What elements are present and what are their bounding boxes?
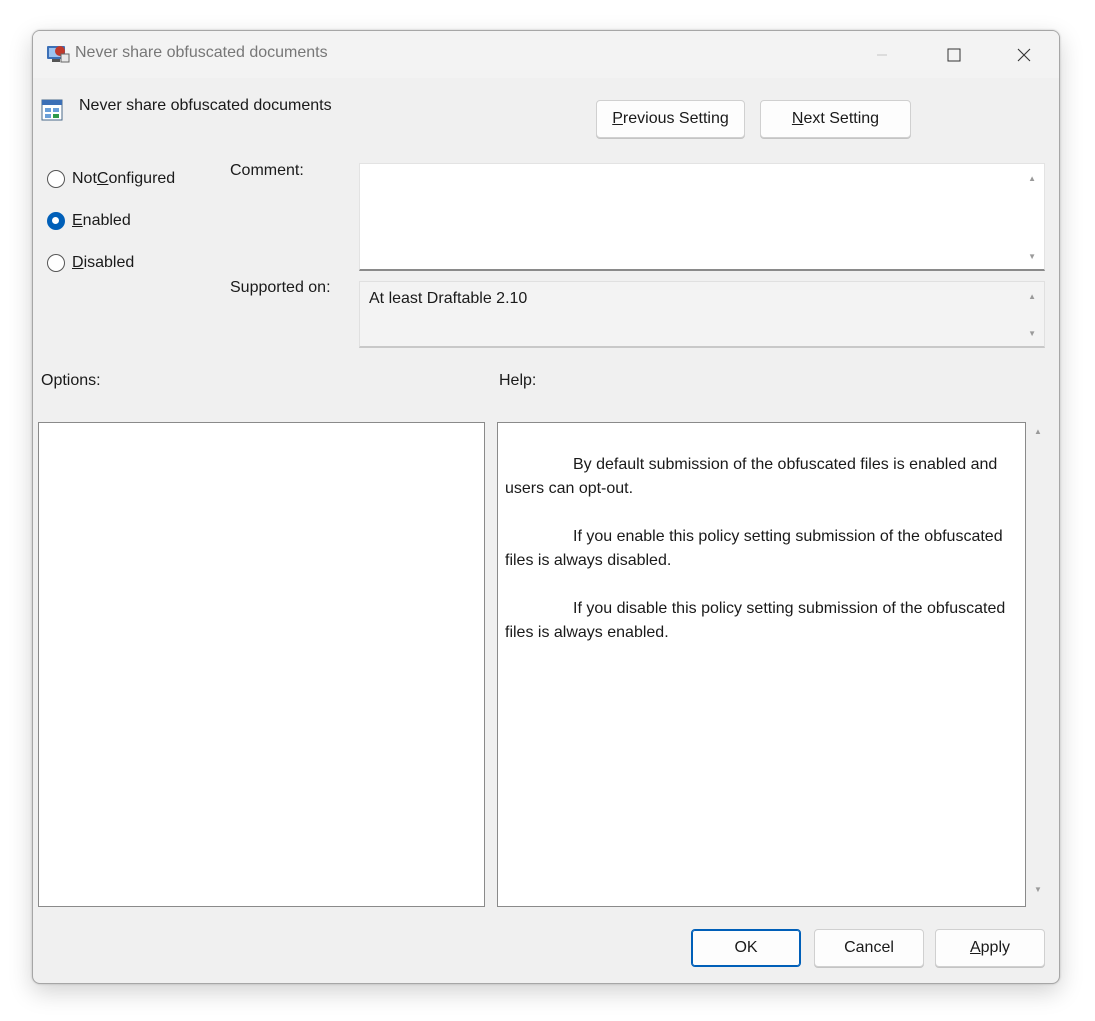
close-icon: [1017, 48, 1031, 61]
close-button[interactable]: [993, 31, 1055, 78]
next-setting-label: ext Setting: [803, 110, 880, 127]
radio-not-configured-post: onfigured: [108, 170, 176, 187]
scroll-down-arrow-icon[interactable]: ▼: [1028, 252, 1036, 261]
title-bar[interactable]: Never share obfuscated documents: [33, 31, 1059, 78]
help-label: Help:: [499, 372, 537, 389]
policy-name: Never share obfuscated documents: [79, 97, 332, 114]
help-paragraph: By default submission of the obfuscated …: [505, 453, 1017, 501]
group-policy-app-icon: [47, 46, 70, 63]
scroll-up-arrow-icon[interactable]: ▲: [1034, 427, 1042, 436]
apply-accel: A: [969, 939, 981, 956]
help-paragraph-text: If you enable this policy setting submis…: [505, 528, 1003, 569]
help-paragraph: If you disable this policy setting submi…: [505, 597, 1017, 645]
scroll-up-arrow-icon[interactable]: ▲: [1028, 292, 1036, 301]
radio-not-configured[interactable]: Not Configured: [47, 167, 175, 191]
radio-enabled-accel: E: [72, 212, 83, 229]
scroll-down-arrow-icon[interactable]: ▼: [1034, 885, 1042, 894]
radio-not-configured-circle[interactable]: [47, 170, 65, 188]
apply-button[interactable]: Apply: [935, 929, 1045, 967]
options-panel: [38, 422, 485, 907]
scroll-down-arrow-icon[interactable]: ▼: [1028, 329, 1036, 338]
comment-label: Comment:: [230, 162, 304, 179]
radio-disabled[interactable]: Disabled: [47, 251, 134, 275]
window-title: Never share obfuscated documents: [75, 44, 328, 61]
radio-enabled[interactable]: Enabled: [47, 209, 131, 233]
scroll-up-arrow-icon[interactable]: ▲: [1028, 174, 1036, 183]
comment-field[interactable]: ▲ ▼: [359, 163, 1045, 271]
radio-enabled-circle[interactable]: [47, 212, 65, 230]
policy-dialog: Never share obfuscated documents Never s…: [32, 30, 1060, 984]
previous-setting-button[interactable]: Previous Setting: [596, 100, 745, 138]
apply-label: pply: [980, 939, 1011, 956]
previous-setting-label: revious Setting: [622, 110, 729, 127]
maximize-button[interactable]: [923, 31, 985, 78]
cancel-button[interactable]: Cancel: [814, 929, 924, 967]
radio-enabled-post: nabled: [82, 212, 131, 229]
radio-disabled-post: isabled: [83, 254, 135, 271]
radio-not-configured-accel: C: [96, 170, 109, 187]
help-panel: By default submission of the obfuscated …: [497, 422, 1026, 907]
next-setting-accel: N: [791, 110, 804, 127]
next-setting-button[interactable]: Next Setting: [760, 100, 911, 138]
minimize-icon: [877, 54, 887, 55]
help-paragraph: If you enable this policy setting submis…: [505, 525, 1017, 573]
radio-disabled-circle[interactable]: [47, 254, 65, 272]
maximize-icon: [947, 48, 961, 61]
radio-not-configured-pre: Not: [72, 170, 97, 187]
help-text: By default submission of the obfuscated …: [505, 453, 1017, 669]
help-paragraph-text: By default submission of the obfuscated …: [505, 456, 998, 497]
previous-setting-accel: P: [612, 110, 623, 127]
supported-on-field: At least Draftable 2.10 ▲ ▼: [359, 281, 1045, 348]
radio-disabled-accel: D: [72, 254, 84, 271]
minimize-button[interactable]: [851, 31, 913, 78]
policy-setting-icon: [41, 99, 63, 121]
options-label: Options:: [41, 372, 101, 389]
supported-on-value: At least Draftable 2.10: [369, 290, 528, 307]
supported-on-label: Supported on:: [230, 279, 331, 296]
help-paragraph-text: If you disable this policy setting submi…: [505, 600, 1006, 641]
ok-button[interactable]: OK: [691, 929, 801, 967]
